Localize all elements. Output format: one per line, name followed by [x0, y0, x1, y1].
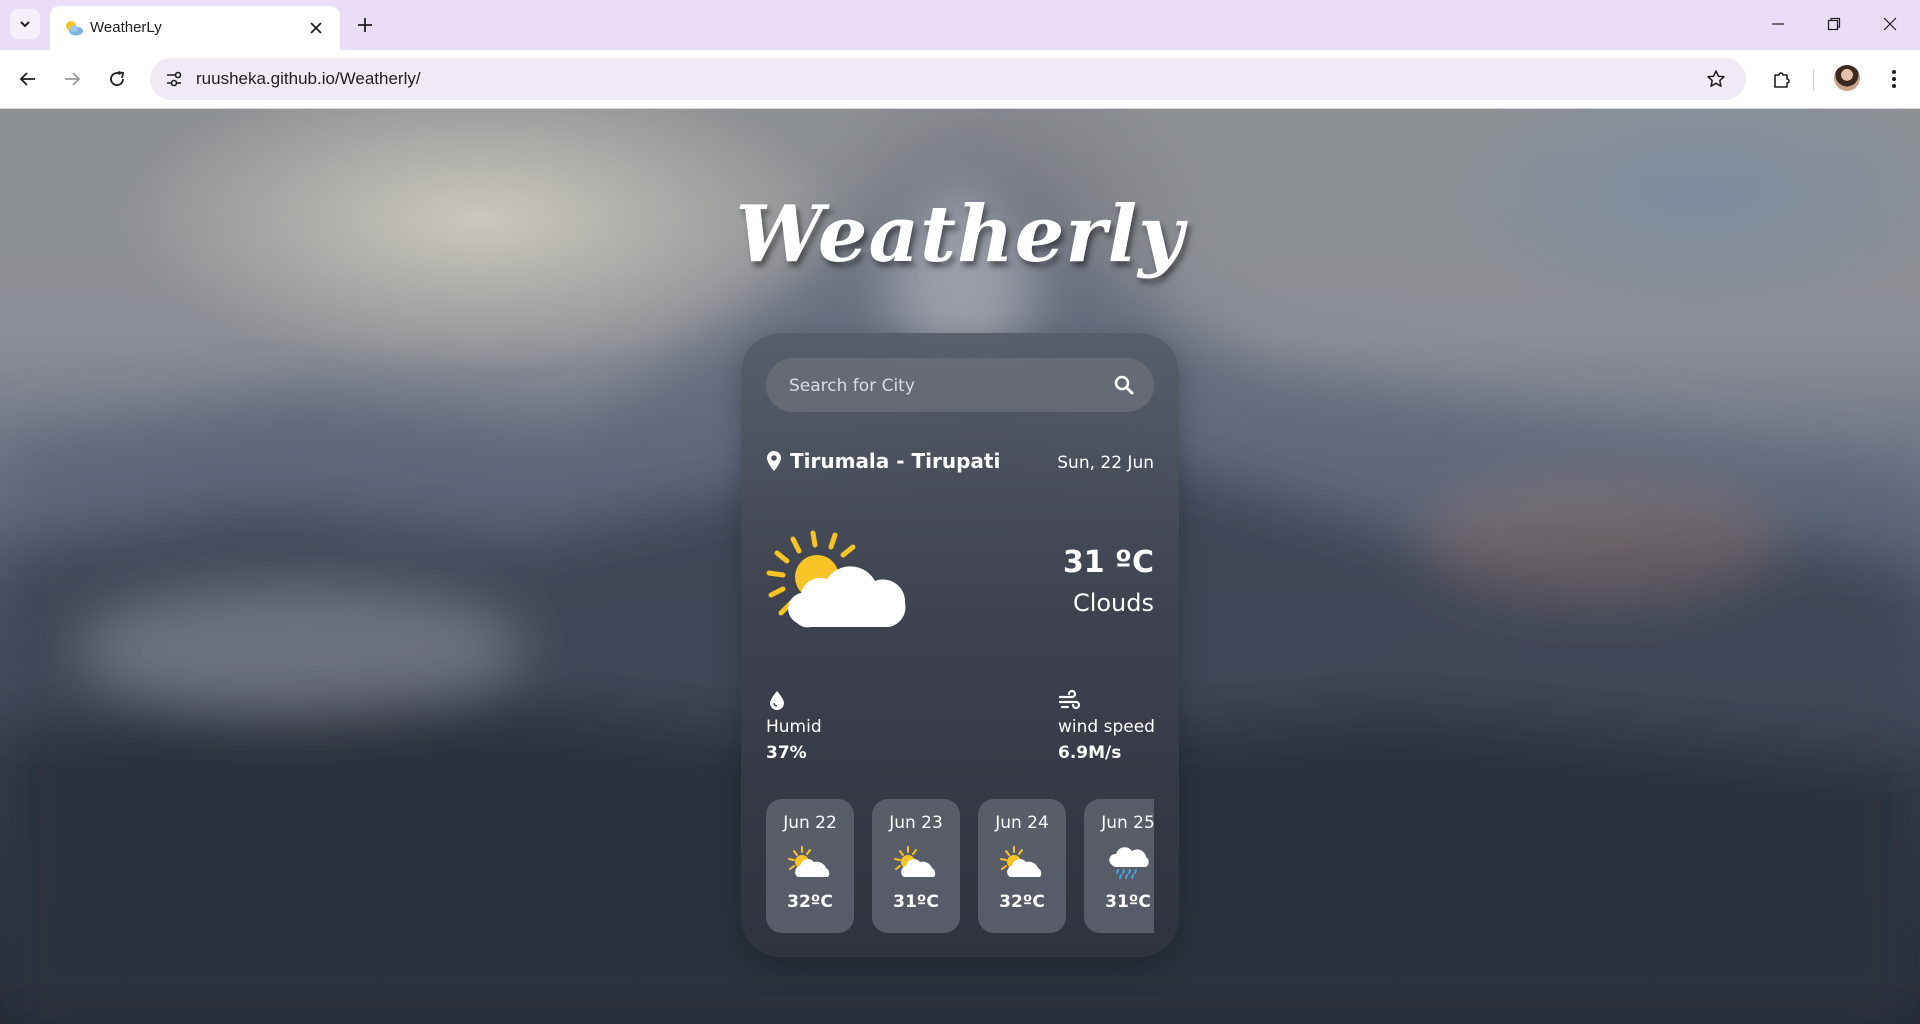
- wind-icon: [1058, 689, 1080, 710]
- forecast-temp: 32ºC: [787, 892, 833, 912]
- close-icon: [310, 22, 322, 34]
- wind-label: wind speed: [1058, 717, 1155, 737]
- forecast-card[interactable]: Jun 23 31ºC: [872, 799, 960, 933]
- forward-button[interactable]: [56, 63, 88, 95]
- humidity-label: Humid: [766, 717, 822, 737]
- star-icon: [1707, 70, 1725, 87]
- forecast-card[interactable]: Jun 24 32ºC: [978, 799, 1066, 933]
- restore-icon: [1827, 17, 1841, 31]
- search-bar: [766, 358, 1154, 414]
- minimize-icon: [1772, 23, 1784, 25]
- browser-menu-button[interactable]: [1878, 63, 1910, 95]
- forecast-date: Jun 25: [1101, 813, 1154, 833]
- kebab-menu-icon: [1892, 70, 1896, 88]
- humidity-value: 37%: [766, 743, 807, 763]
- current-date: Sun, 22 Jun: [1057, 453, 1154, 473]
- bookmark-button[interactable]: [1700, 63, 1732, 95]
- arrow-right-icon: [65, 72, 81, 86]
- wind-value: 6.9M/s: [1058, 743, 1122, 763]
- close-icon: [1883, 17, 1897, 31]
- tab-search-button[interactable]: [10, 9, 40, 39]
- tab-strip: WeatherLy: [0, 0, 1920, 50]
- forecast-date: Jun 23: [889, 813, 943, 833]
- location-row: Tirumala - Tirupati: [766, 449, 1000, 473]
- location-name: Tirumala - Tirupati: [790, 449, 1001, 473]
- browser-toolbar: ruusheka.github.io/Weatherly/: [0, 50, 1920, 109]
- profile-avatar[interactable]: [1834, 65, 1860, 91]
- back-button[interactable]: [12, 63, 44, 95]
- browser-tab[interactable]: WeatherLy: [50, 6, 340, 50]
- search-icon: [1114, 375, 1134, 395]
- partly-cloudy-icon: [894, 846, 936, 877]
- rain-cloud-icon: [1109, 847, 1149, 879]
- new-tab-button[interactable]: [350, 10, 380, 40]
- partly-cloudy-icon: [788, 846, 830, 877]
- extensions-button[interactable]: [1766, 63, 1798, 95]
- location-pin-icon: [767, 451, 781, 471]
- weather-card: Tirumala - Tirupati Sun, 22 Jun 31 ºC Cl…: [741, 333, 1179, 957]
- close-window-button[interactable]: [1870, 8, 1910, 40]
- app-title: Weatherly: [735, 189, 1185, 280]
- plus-icon: [358, 18, 372, 32]
- reload-button[interactable]: [101, 63, 133, 95]
- forecast-temp: 31ºC: [893, 892, 939, 912]
- favicon-icon: [66, 21, 83, 36]
- search-button[interactable]: [1110, 371, 1138, 399]
- search-input[interactable]: [766, 358, 1111, 414]
- toolbar-divider: [1813, 69, 1814, 91]
- forecast-row: Jun 22 32ºC Jun 23 31ºC Jun 24 32ºC Jun …: [766, 799, 1154, 933]
- arrow-left-icon: [19, 72, 35, 86]
- url-text[interactable]: ruusheka.github.io/Weatherly/: [196, 69, 421, 89]
- current-temperature: 31 ºC: [1062, 545, 1154, 580]
- chevron-down-icon: [20, 21, 30, 28]
- address-bar[interactable]: ruusheka.github.io/Weatherly/: [150, 58, 1746, 100]
- forecast-date: Jun 22: [783, 813, 837, 833]
- forecast-temp: 31ºC: [1105, 892, 1151, 912]
- current-condition: Clouds: [1072, 589, 1154, 617]
- tune-icon: [167, 71, 182, 87]
- forecast-temp: 32ºC: [999, 892, 1045, 912]
- partly-cloudy-icon: [1000, 846, 1042, 877]
- minimize-button[interactable]: [1758, 8, 1798, 40]
- close-tab-button[interactable]: [304, 16, 328, 40]
- water-drop-icon: [770, 691, 784, 710]
- puzzle-icon: [1774, 72, 1790, 88]
- restore-button[interactable]: [1814, 8, 1854, 40]
- page-viewport: Weatherly Tirumala - Tirupati Sun, 22 Ju…: [0, 109, 1920, 1024]
- forecast-card[interactable]: Jun 25 31ºC: [1084, 799, 1154, 933]
- site-info-button[interactable]: [158, 63, 190, 95]
- humidity-stat: Humid 37%: [766, 689, 822, 763]
- tab-title: WeatherLy: [90, 19, 162, 36]
- wind-stat: wind speed 6.9M/s: [1058, 689, 1155, 763]
- partly-cloudy-icon: [766, 530, 906, 628]
- reload-icon: [110, 71, 125, 86]
- forecast-card[interactable]: Jun 22 32ºC: [766, 799, 854, 933]
- forecast-date: Jun 24: [995, 813, 1049, 833]
